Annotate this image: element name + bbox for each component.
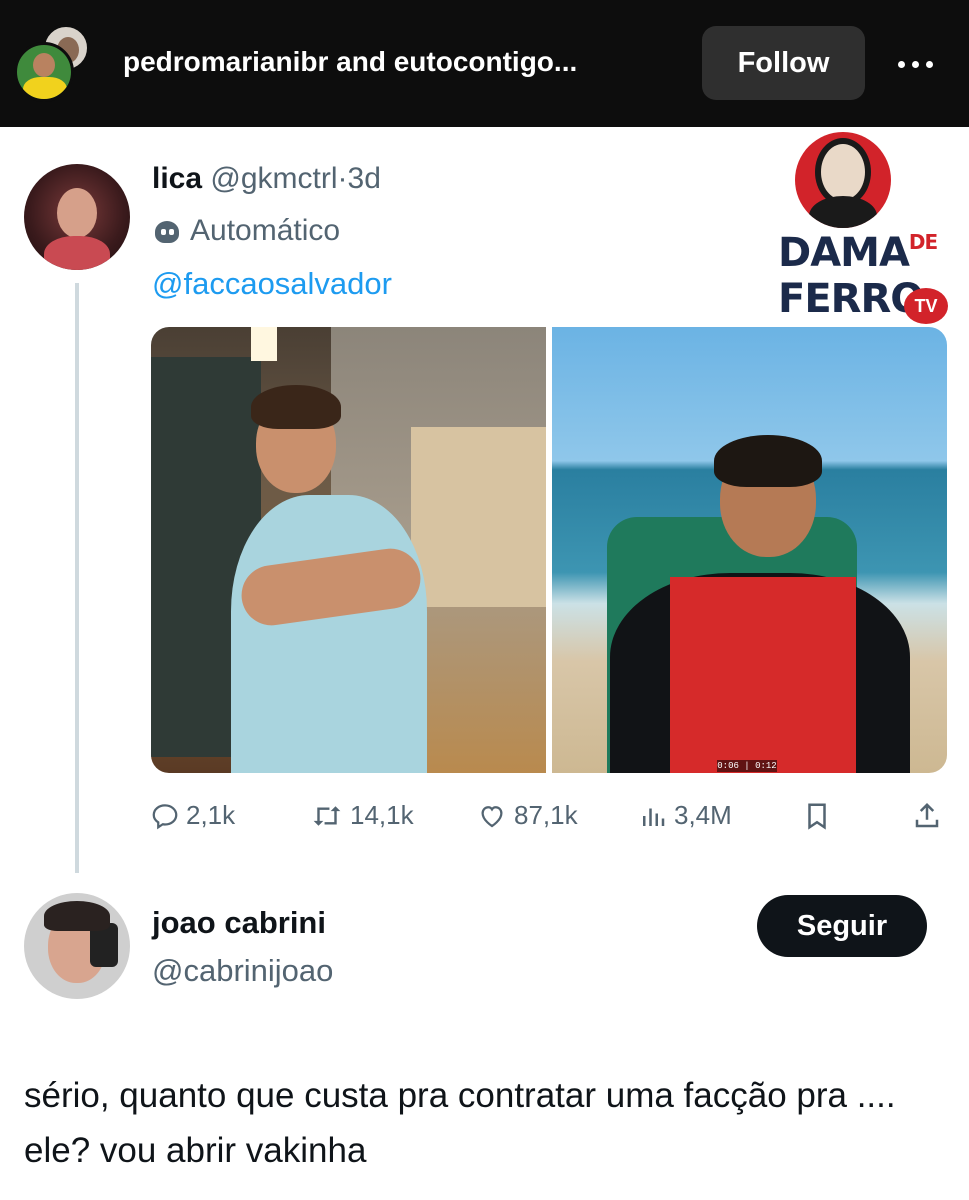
logo-portrait	[795, 132, 891, 228]
watermark-logo: DAMADE FERRO TV	[776, 130, 956, 330]
reply-count: 2,1k	[186, 800, 236, 830]
mention-link[interactable]: @faccaosalvador	[152, 266, 392, 302]
tweet-author-name[interactable]: lica	[152, 162, 202, 195]
retweet-action[interactable]: 14,1k	[310, 800, 414, 831]
views-count: 3,4M	[674, 800, 732, 830]
share-action[interactable]	[912, 800, 942, 832]
bookmark-action[interactable]	[802, 800, 832, 832]
like-count: 87,1k	[514, 800, 578, 830]
reply-author-handle[interactable]: @cabrinijoao	[152, 953, 333, 989]
share-icon	[915, 802, 939, 828]
tweet-time[interactable]: 3d	[348, 162, 381, 195]
automated-badge: Automático	[152, 214, 340, 248]
reply-icon	[152, 803, 178, 829]
photo-beach[interactable]: 0:06 | 0:12	[552, 327, 947, 773]
tweet-actions: 2,1k 14,1k 87,1k 3,4M	[150, 800, 950, 840]
collab-avatars[interactable]	[14, 24, 96, 104]
thread-connector-line	[75, 283, 79, 873]
avatar-primary	[14, 42, 74, 102]
tweet-author-line: lica @gkmctrl·3d	[152, 162, 381, 196]
more-horizontal-icon[interactable]	[898, 54, 940, 74]
retweet-icon	[313, 805, 341, 826]
post-header-bar: pedromarianibr and eutocontigo... Follow	[0, 0, 969, 127]
video-timestamp: 0:06 | 0:12	[717, 760, 777, 772]
bookmark-icon	[808, 803, 826, 830]
reply-action[interactable]: 2,1k	[150, 800, 235, 831]
follow-button[interactable]: Follow	[702, 26, 865, 100]
logo-tv-badge: TV	[904, 288, 948, 324]
tweet-media: 0:06 | 0:12	[151, 327, 947, 773]
reply-text: sério, quanto que custa pra contratar um…	[24, 1076, 896, 1170]
photo-indoor[interactable]	[151, 327, 546, 773]
automated-label: Automático	[190, 214, 341, 247]
retweet-count: 14,1k	[350, 800, 414, 830]
heart-icon	[481, 805, 503, 827]
post-authors[interactable]: pedromarianibr and eutocontigo...	[123, 46, 577, 78]
bot-icon	[152, 217, 182, 245]
like-action[interactable]: 87,1k	[476, 800, 578, 831]
seguir-button[interactable]: Seguir	[757, 895, 927, 957]
views-chart-icon	[643, 808, 665, 826]
logo-text-line2: FERRO	[778, 276, 924, 322]
avatar[interactable]	[24, 164, 130, 270]
reply-author-name[interactable]: joao cabrini	[152, 905, 326, 941]
logo-text-line1: DAMADE	[778, 230, 938, 276]
views-action[interactable]: 3,4M	[638, 800, 732, 831]
reply-avatar[interactable]	[24, 893, 130, 999]
tweet-separator: ·	[337, 162, 348, 195]
tweet-author-handle[interactable]: @gkmctrl	[210, 162, 337, 195]
